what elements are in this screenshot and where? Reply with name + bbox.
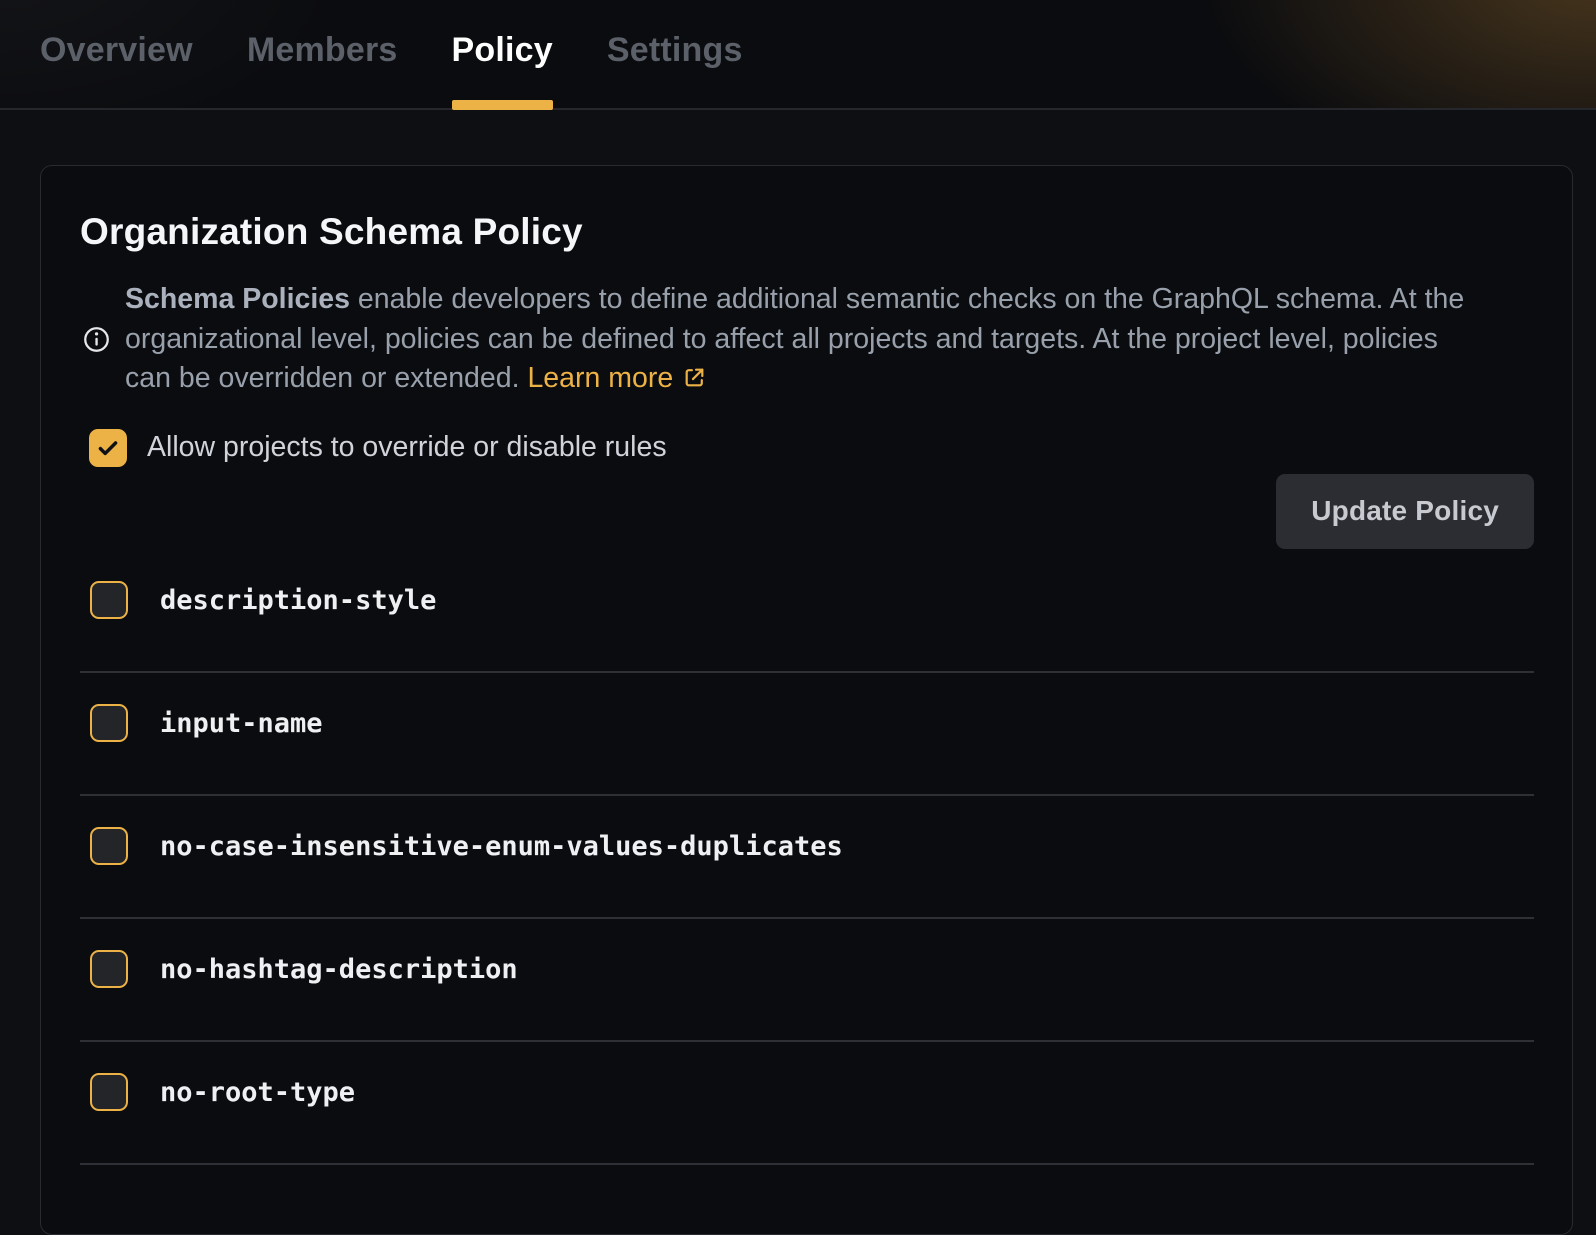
- rule-row-no-hashtag-description: no-hashtag-description: [80, 919, 1534, 1042]
- description-line-2: organizational level, policies can be de…: [125, 320, 1464, 360]
- allow-override-checkbox[interactable]: [89, 429, 127, 467]
- policy-description: Schema Policies enable developers to def…: [125, 280, 1464, 399]
- tab-overview-label: Overview: [40, 31, 193, 70]
- rule-row-input-name: input-name: [80, 673, 1534, 796]
- schema-policy-card: Organization Schema Policy Schema Polici…: [40, 165, 1573, 1235]
- checkmark-icon: [95, 435, 121, 461]
- rule-name: no-hashtag-description: [160, 954, 518, 985]
- rule-name: no-case-insensitive-enum-values-duplicat…: [160, 831, 843, 862]
- tab-policy[interactable]: Policy: [452, 0, 553, 110]
- rule-name: input-name: [160, 708, 323, 739]
- org-tabs: Overview Members Policy Settings: [40, 0, 1596, 110]
- rule-row-no-case-insensitive-enum-values-duplicates: no-case-insensitive-enum-values-duplicat…: [80, 796, 1534, 919]
- page-title: Organization Schema Policy: [80, 211, 1534, 253]
- rule-row-no-root-type: no-root-type: [80, 1042, 1534, 1165]
- tab-settings-label: Settings: [607, 31, 743, 70]
- policy-description-row: Schema Policies enable developers to def…: [83, 280, 1534, 399]
- rule-checkbox[interactable]: [90, 1073, 128, 1111]
- allow-override-row: Allow projects to override or disable ru…: [89, 429, 1534, 467]
- rule-checkbox[interactable]: [90, 581, 128, 619]
- active-tab-underline: [452, 100, 553, 110]
- rules-list: description-style input-name no-case-ins…: [80, 550, 1534, 1165]
- rule-name: no-root-type: [160, 1077, 355, 1108]
- rule-checkbox[interactable]: [90, 950, 128, 988]
- rule-checkbox[interactable]: [90, 827, 128, 865]
- tab-overview[interactable]: Overview: [40, 0, 193, 110]
- button-row: Update Policy: [80, 474, 1534, 549]
- description-line-1: Schema Policies enable developers to def…: [125, 280, 1464, 320]
- description-line-3: can be overridden or extended. Learn mor…: [125, 359, 1464, 399]
- rule-checkbox[interactable]: [90, 704, 128, 742]
- policy-page: Organization Schema Policy Schema Polici…: [0, 165, 1596, 1235]
- org-tab-bar: Overview Members Policy Settings: [0, 0, 1596, 110]
- learn-more-link[interactable]: Learn more: [527, 362, 707, 394]
- tab-members-label: Members: [247, 31, 398, 70]
- tab-members[interactable]: Members: [247, 0, 398, 110]
- allow-override-label: Allow projects to override or disable ru…: [147, 431, 667, 464]
- tab-policy-label: Policy: [452, 31, 553, 70]
- rule-row-description-style: description-style: [80, 550, 1534, 673]
- external-link-icon: [682, 365, 707, 390]
- info-icon: [83, 326, 110, 353]
- update-policy-button[interactable]: Update Policy: [1276, 474, 1534, 549]
- rule-name: description-style: [160, 585, 436, 616]
- tab-settings[interactable]: Settings: [607, 0, 743, 110]
